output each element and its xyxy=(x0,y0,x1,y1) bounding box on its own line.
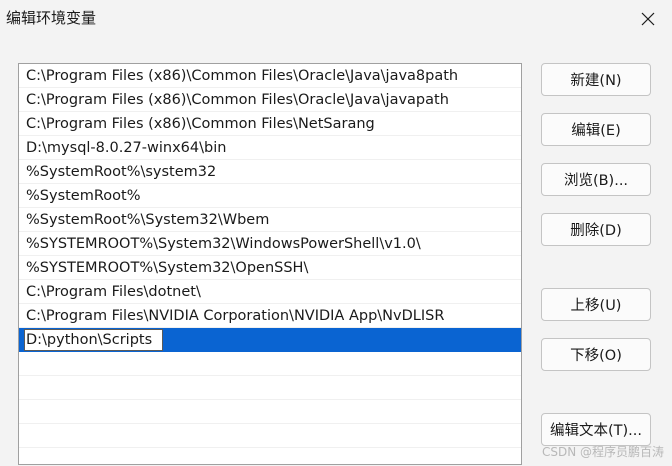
list-item-empty[interactable] xyxy=(19,400,521,424)
list-item[interactable]: C:\Program Files\NVIDIA Corporation\NVID… xyxy=(19,304,521,328)
list-item-empty[interactable] xyxy=(19,376,521,400)
list-item-empty[interactable] xyxy=(19,448,521,464)
list-item[interactable]: D:\mysql-8.0.27-winx64\bin xyxy=(19,136,521,160)
list-item[interactable]: %SYSTEMROOT%\System32\OpenSSH\ xyxy=(19,256,521,280)
list-item[interactable]: C:\Program Files\dotnet\ xyxy=(19,280,521,304)
list-item[interactable]: C:\Program Files (x86)\Common Files\NetS… xyxy=(19,112,521,136)
list-item[interactable]: C:\Program Files (x86)\Common Files\Orac… xyxy=(19,88,521,112)
path-edit-input[interactable]: D:\python\Scripts xyxy=(24,329,164,351)
list-item[interactable]: %SystemRoot%\system32 xyxy=(19,160,521,184)
move-down-button[interactable]: 下移(O) xyxy=(541,338,651,371)
list-item[interactable]: C:\Program Files (x86)\Common Files\Orac… xyxy=(19,64,521,88)
move-up-button[interactable]: 上移(U) xyxy=(541,288,651,321)
list-item-selected[interactable]: D:\python\Scripts xyxy=(19,328,521,352)
list-item[interactable]: %SystemRoot%\System32\Wbem xyxy=(19,208,521,232)
list-item[interactable]: %SYSTEMROOT%\System32\WindowsPowerShell\… xyxy=(19,232,521,256)
edit-env-variable-dialog: 编辑环境变量 C:\Program Files (x86)\Common Fil… xyxy=(0,0,672,466)
browse-button[interactable]: 浏览(B)... xyxy=(541,163,651,196)
list-item-empty[interactable] xyxy=(19,352,521,376)
list-item[interactable]: %SystemRoot% xyxy=(19,184,521,208)
close-icon xyxy=(641,12,655,26)
list-item-empty[interactable] xyxy=(19,424,521,448)
window-title: 编辑环境变量 xyxy=(6,9,97,27)
watermark: CSDN @程序员鹏百涛 xyxy=(541,445,664,459)
close-button[interactable] xyxy=(634,6,662,32)
delete-button[interactable]: 删除(D) xyxy=(541,213,651,246)
path-list[interactable]: C:\Program Files (x86)\Common Files\Orac… xyxy=(18,63,522,465)
edit-button[interactable]: 编辑(E) xyxy=(541,113,651,146)
title-bar: 编辑环境变量 xyxy=(0,0,672,38)
new-button[interactable]: 新建(N) xyxy=(541,63,651,96)
edit-text-button[interactable]: 编辑文本(T)... xyxy=(541,413,651,446)
